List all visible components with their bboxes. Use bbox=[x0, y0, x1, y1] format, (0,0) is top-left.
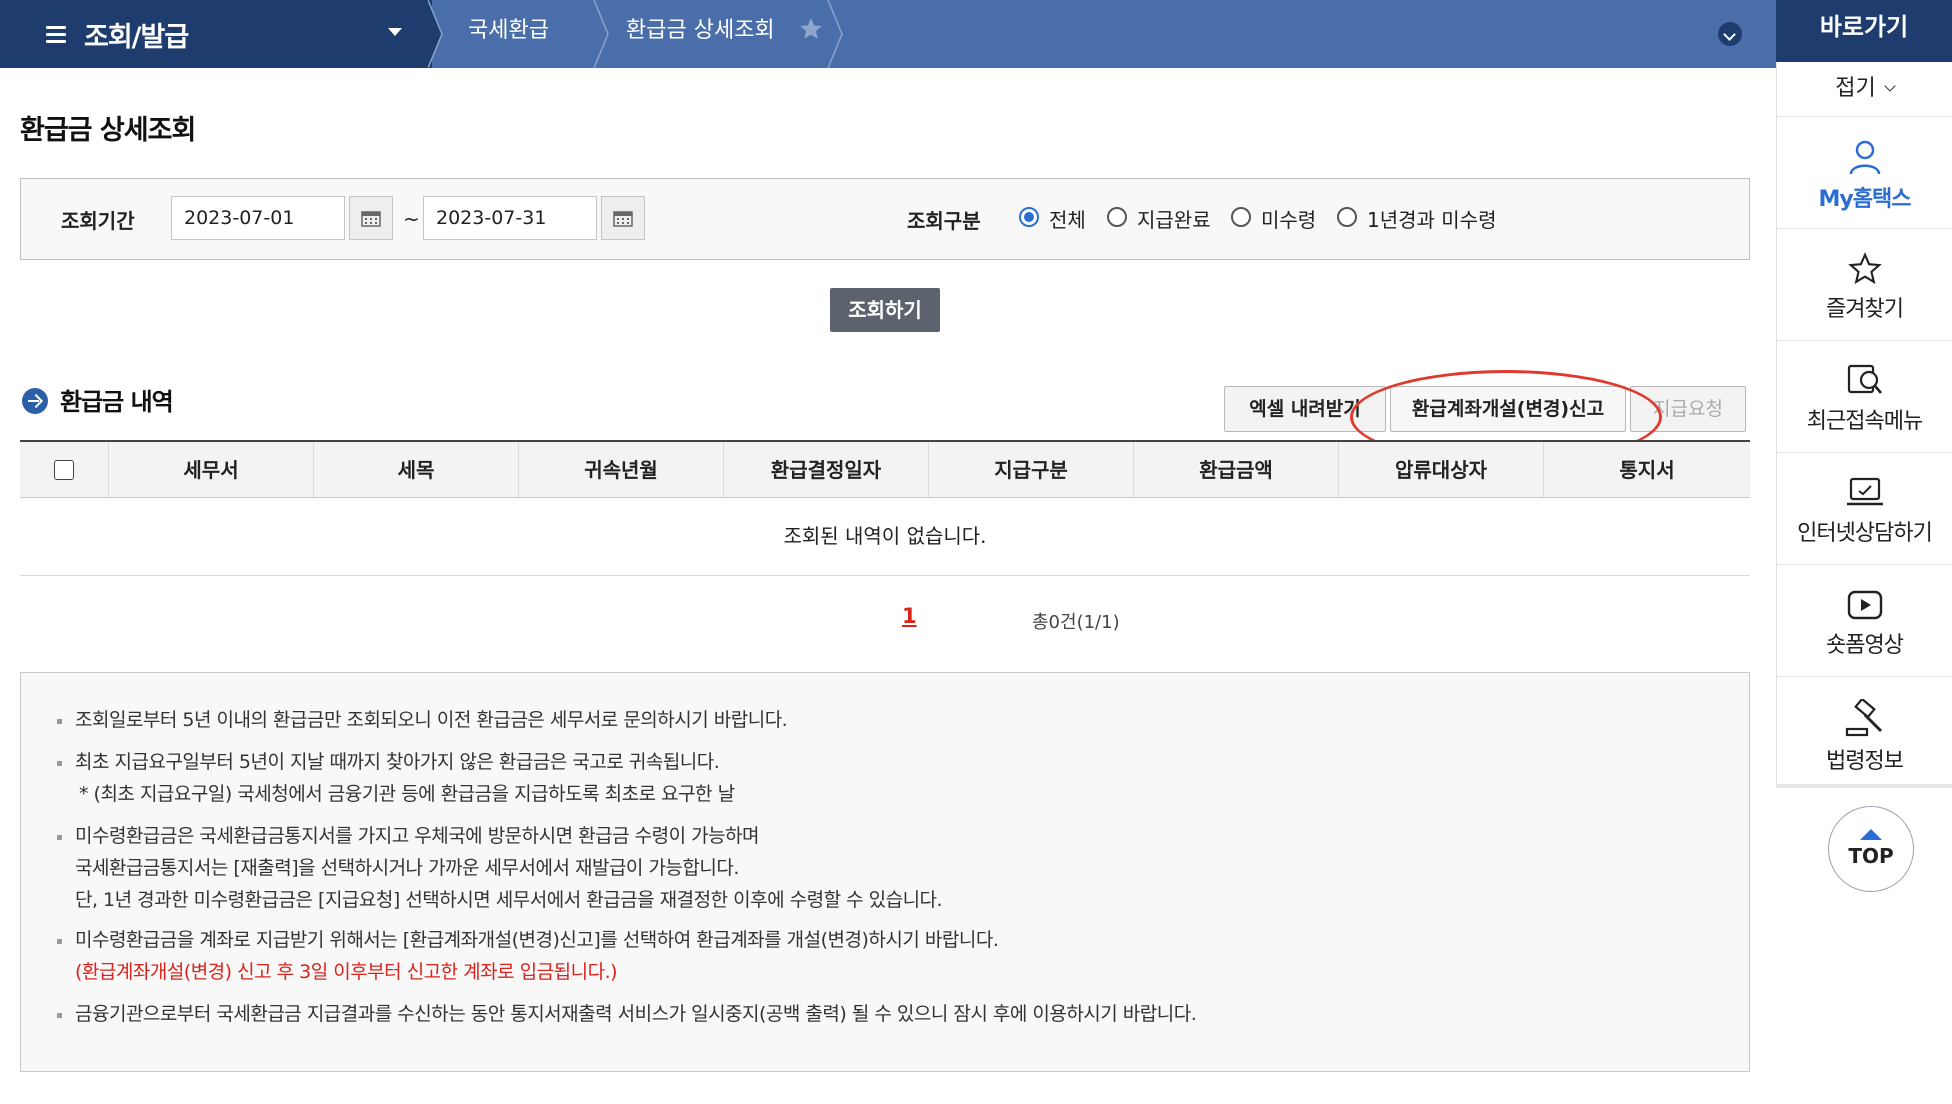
recent-menu-icon bbox=[1847, 364, 1882, 394]
expand-menu-icon[interactable] bbox=[1718, 22, 1742, 46]
period-label: 조회기간 bbox=[61, 209, 135, 233]
quick-label: 즐겨찾기 bbox=[1826, 297, 1904, 322]
bullet bbox=[57, 939, 62, 944]
person-icon bbox=[1849, 140, 1880, 175]
empty-message: 조회된 내역이 없습니다. bbox=[20, 498, 1750, 576]
date-range-tilde: ~ bbox=[403, 207, 420, 231]
total-count: 총0건(1/1) bbox=[1032, 612, 1120, 633]
search-button[interactable]: 조회하기 bbox=[830, 288, 940, 332]
fold-label: 접기 bbox=[1835, 76, 1876, 101]
quick-label: 숏폼영상 bbox=[1826, 633, 1904, 658]
bullet bbox=[57, 719, 62, 724]
start-calendar-button[interactable] bbox=[349, 196, 393, 240]
column-header[interactable]: 환급결정일자 bbox=[723, 442, 928, 497]
search-panel: 조회기간 2023-07-01 ~ 2023-07-31 조회구분 전체 지급완… bbox=[20, 178, 1750, 260]
fold-button[interactable]: 접기 bbox=[1776, 62, 1952, 116]
column-header[interactable]: 지급구분 bbox=[928, 442, 1133, 497]
column-header[interactable]: 환급금액 bbox=[1133, 442, 1338, 497]
breadcrumb-separator bbox=[428, 0, 443, 68]
radio-paid-label[interactable]: 지급완료 bbox=[1137, 204, 1211, 233]
column-header[interactable]: 세목 bbox=[313, 442, 518, 497]
favorite-star-icon[interactable] bbox=[798, 16, 824, 42]
notice-text: 미수령환급금을 계좌로 지급받기 위해서는 [환급계좌개설(변경)신고]를 선택… bbox=[75, 929, 999, 951]
gavel-icon bbox=[1845, 699, 1882, 737]
quick-internet-counsel[interactable]: 인터넷상담하기 bbox=[1776, 452, 1952, 564]
type-label: 조회구분 bbox=[907, 209, 981, 233]
quick-law-info[interactable]: 법령정보 bbox=[1776, 676, 1952, 788]
radio-paid[interactable] bbox=[1107, 207, 1127, 227]
radio-all[interactable] bbox=[1019, 207, 1039, 227]
breadcrumb-separator bbox=[827, 0, 843, 68]
quick-short-video[interactable]: 숏폼영상 bbox=[1776, 564, 1952, 676]
arrow-up-icon bbox=[1860, 829, 1882, 840]
notice-text: 최초 지급요구일부터 5년이 지날 때까지 찾아가지 않은 환급금은 국고로 귀… bbox=[75, 751, 720, 773]
notice-box: 조회일로부터 5년 이내의 환급금만 조회되오니 이전 환급금은 세무서로 문의… bbox=[20, 672, 1750, 1072]
bullet bbox=[57, 835, 62, 840]
quick-label: My홈택스 bbox=[1818, 187, 1912, 212]
page-title: 환급금 상세조회 bbox=[20, 115, 196, 146]
table-header: 세무서 세목 귀속년월 환급결정일자 지급구분 환급금액 압류대상자 통지서 bbox=[20, 440, 1750, 498]
quick-panel-divider bbox=[1776, 784, 1952, 788]
quick-label: 인터넷상담하기 bbox=[1797, 521, 1933, 546]
menu-title: 조회/발급 bbox=[84, 21, 189, 53]
section-title: 환급금 내역 bbox=[60, 388, 174, 416]
quick-label: 법령정보 bbox=[1826, 749, 1904, 774]
bullet bbox=[57, 1013, 62, 1018]
quick-links-title: 바로가기 bbox=[1776, 0, 1952, 62]
refund-table: 세무서 세목 귀속년월 환급결정일자 지급구분 환급금액 압류대상자 통지서 조… bbox=[20, 440, 1750, 576]
end-calendar-button[interactable] bbox=[601, 196, 645, 240]
notice-text: 단, 1년 경과한 미수령환급금은 [지급요청] 선택하시면 세무서에서 환급금… bbox=[75, 889, 943, 911]
notice-text: 국세환급금통지서는 [재출력]을 선택하시거나 가까운 세무서에서 재발급이 가… bbox=[75, 857, 739, 879]
bullet bbox=[57, 761, 62, 766]
radio-unclaimed-1yr[interactable] bbox=[1337, 207, 1357, 227]
notice-text: 조회일로부터 5년 이내의 환급금만 조회되오니 이전 환급금은 세무서로 문의… bbox=[75, 709, 788, 731]
star-icon bbox=[1847, 252, 1882, 285]
calendar-icon bbox=[613, 211, 633, 227]
breadcrumb-separator bbox=[593, 0, 609, 68]
top-label: TOP bbox=[1848, 844, 1894, 868]
page-number-current[interactable]: 1 bbox=[902, 604, 917, 628]
radio-unclaimed-label[interactable]: 미수령 bbox=[1261, 204, 1316, 233]
quick-recent-menu[interactable]: 최근접속메뉴 bbox=[1776, 340, 1952, 452]
radio-unclaimed[interactable] bbox=[1231, 207, 1251, 227]
chevron-down-icon bbox=[1884, 80, 1896, 92]
top-navigation-bar: 조회/발급 국세환급 환급금 상세조회 bbox=[0, 0, 1776, 68]
column-header[interactable]: 통지서 bbox=[1543, 442, 1750, 497]
hamburger-icon[interactable] bbox=[46, 25, 66, 43]
breadcrumb-item-refund[interactable]: 국세환급 bbox=[468, 0, 549, 68]
menu-dropdown[interactable]: 조회/발급 bbox=[0, 0, 432, 68]
quick-my-hometax[interactable]: My홈택스 bbox=[1776, 116, 1952, 228]
arrow-circle-icon bbox=[22, 388, 48, 414]
column-header[interactable]: 세무서 bbox=[108, 442, 313, 497]
notice-text-alert: (환급계좌개설(변경) 신고 후 3일 이후부터 신고한 계좌로 입금됩니다.) bbox=[75, 961, 618, 983]
video-play-icon bbox=[1847, 590, 1882, 620]
notice-text: 미수령환급금은 국세환급금통지서를 가지고 우체국에 방문하시면 환급금 수령이… bbox=[75, 825, 760, 847]
scroll-top-button[interactable]: TOP bbox=[1828, 806, 1914, 892]
caret-down-icon[interactable] bbox=[388, 28, 402, 36]
column-header[interactable]: 압류대상자 bbox=[1338, 442, 1543, 497]
select-all-cell bbox=[20, 442, 108, 497]
notice-text: * (최초 지급요구일) 국세청에서 금융기관 등에 환급금을 지급하도록 최초… bbox=[79, 783, 735, 805]
column-header[interactable]: 귀속년월 bbox=[518, 442, 723, 497]
breadcrumb-item-detail[interactable]: 환급금 상세조회 bbox=[626, 0, 775, 68]
quick-favorites[interactable]: 즐겨찾기 bbox=[1776, 228, 1952, 340]
radio-unclaimed-1yr-label[interactable]: 1년경과 미수령 bbox=[1367, 204, 1496, 233]
select-all-checkbox[interactable] bbox=[54, 459, 74, 480]
end-date-input[interactable]: 2023-07-31 bbox=[423, 196, 597, 240]
start-date-input[interactable]: 2023-07-01 bbox=[171, 196, 345, 240]
calendar-icon bbox=[361, 211, 381, 227]
radio-all-label[interactable]: 전체 bbox=[1049, 204, 1086, 233]
quick-label: 최근접속메뉴 bbox=[1806, 409, 1923, 434]
laptop-chat-icon bbox=[1846, 477, 1883, 506]
notice-text: 금융기관으로부터 국세환급금 지급결과를 수신하는 동안 통지서재출력 서비스가… bbox=[75, 1003, 1197, 1025]
